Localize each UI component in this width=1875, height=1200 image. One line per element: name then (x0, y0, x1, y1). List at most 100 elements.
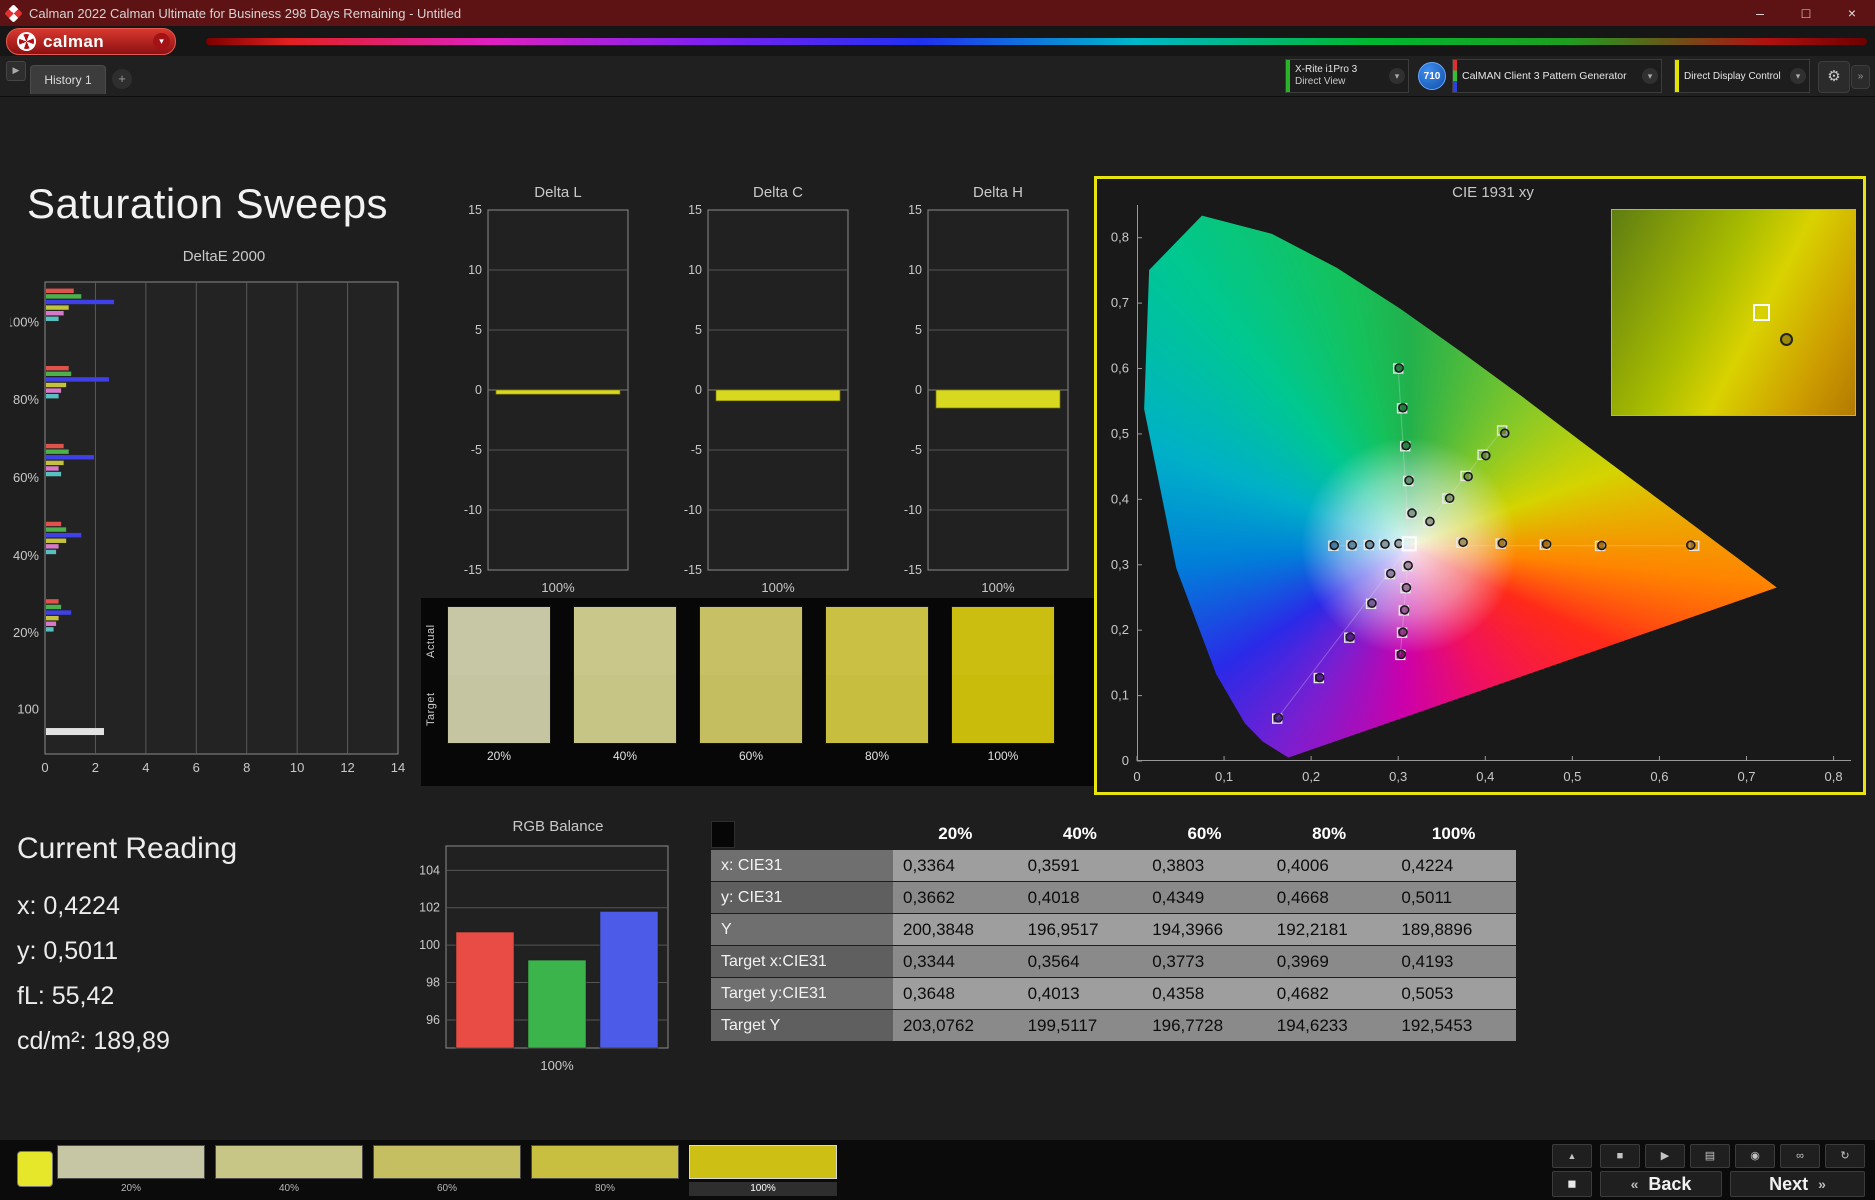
saturation-swatch (447, 606, 551, 744)
delta-c-chart: Delta C 15 10 5 0 -5 -10 -15 100% (668, 184, 858, 601)
gear-icon[interactable]: ⚙ (1818, 61, 1850, 93)
window-titlebar: Calman 2022 Calman Ultimate for Business… (0, 0, 1875, 26)
swatch-percent-label: 60% (738, 749, 764, 763)
cie-measured-marker-blue (1273, 713, 1284, 723)
cie-measured-marker-yellow (1444, 493, 1455, 503)
pattern-swatch-100[interactable] (689, 1145, 837, 1179)
saturation-swatch (573, 606, 677, 744)
actual-target-swatch-panel: Actual Target 20% 40% 60% 80% 100% (421, 598, 1152, 786)
delta-bar (935, 389, 1061, 409)
current-reading-line: x: 0,4224 (17, 892, 120, 920)
cie-measured-marker-yellow (1463, 471, 1473, 482)
collapse-panel-button[interactable]: » (1851, 65, 1870, 89)
pattern-swatch-80[interactable] (531, 1145, 679, 1179)
table-cell: 196,7728 (1142, 1010, 1267, 1041)
cie-measured-marker-green (1404, 475, 1414, 486)
rgb-bar-blue (599, 911, 659, 1049)
loop-icon[interactable]: ∞ (1780, 1144, 1820, 1168)
tab-scroll-button[interactable]: ▶ (6, 61, 26, 81)
calman-logo-icon (14, 29, 39, 54)
cie-measured-marker-magenta (1399, 605, 1410, 615)
stop-icon[interactable]: ■ (1600, 1144, 1640, 1168)
table-cell: 0,4668 (1266, 882, 1392, 913)
svg-text:96: 96 (426, 1013, 440, 1027)
table-cell: 0,3591 (1017, 850, 1143, 881)
deltae-bar-green-sweep (46, 527, 67, 532)
cie-measured-marker-yellow (1425, 516, 1435, 527)
cie-measured-marker-yellow (1499, 428, 1510, 439)
svg-text:0,1: 0,1 (1215, 769, 1233, 784)
maximize-button[interactable]: □ (1783, 0, 1829, 26)
display-control-selector[interactable]: Direct Display Control ▾ (1674, 59, 1810, 93)
table-cell: 0,4018 (1017, 882, 1143, 913)
refresh-icon[interactable]: ↻ (1825, 1144, 1865, 1168)
rgb-balance-plot: 96 98 100 102 104 100% (419, 845, 669, 1073)
pattern-blank-icon[interactable]: ◼ (1552, 1171, 1592, 1197)
tab-history-1[interactable]: History 1 (30, 65, 106, 94)
target-axis-label: Target (425, 692, 437, 726)
back-button[interactable]: « Back (1600, 1171, 1722, 1197)
delta-l-chart: Delta L 15 10 5 0 -5 -10 -15 100% (448, 184, 638, 601)
cie-measured-marker-blue (1367, 598, 1377, 609)
minimize-button[interactable]: – (1737, 0, 1783, 26)
pattern-source-selector[interactable]: CalMAN Client 3 Pattern Generator ▾ (1452, 59, 1662, 93)
pattern-swatch-60[interactable] (373, 1145, 521, 1179)
pattern-swatch-20[interactable] (57, 1145, 205, 1179)
calman-menu-button[interactable]: calman ▾ (6, 28, 176, 55)
table-row-label: Y (711, 914, 893, 945)
table-row-label: Target x:CIE31 (711, 946, 893, 977)
current-reading-line: cd/m²: 189,89 (17, 1027, 170, 1055)
svg-text:0,4: 0,4 (1111, 491, 1129, 506)
cie-measured-marker-cyan (1380, 539, 1390, 549)
meter-selector[interactable]: X-Rite i1Pro 3 Direct View ▾ (1285, 59, 1409, 93)
add-tab-button[interactable]: + (112, 69, 132, 89)
table-row-label: x: CIE31 (711, 850, 893, 881)
cie-1931-panel[interactable]: CIE 1931 xy 0 0 0,1 0,1 0,2 0,2 0,3 0,3 0,4 0,4 0,… (1094, 176, 1866, 795)
meter-status-badge[interactable]: 710 (1418, 62, 1446, 90)
bottom-pattern-bar: 20% 40% 60% 80% 100% ▲ ◼ ■ ▶ ▤ ◉ ∞ ↻ « Back Next … (0, 1140, 1875, 1200)
table-cell: 0,5011 (1391, 882, 1516, 913)
svg-text:0,2: 0,2 (1302, 769, 1320, 784)
next-button[interactable]: Next » (1730, 1171, 1865, 1197)
deltae-bar-yellow-sweep (46, 305, 69, 310)
svg-text:4: 4 (142, 760, 149, 775)
deltae-bar-yellow-sweep (46, 460, 64, 466)
svg-text:100%: 100% (541, 580, 575, 595)
saturation-swatch-column: 40% (573, 606, 677, 764)
deltae2000-chart: DeltaE 2000 0 2 4 6 8 10 12 14 100% 80% 60% 40% 20% 1… (6, 248, 410, 783)
deltae-bar-yellow-sweep (46, 538, 67, 543)
record-icon[interactable]: ◉ (1735, 1144, 1775, 1168)
swatch-percent-label: 40% (612, 749, 638, 763)
svg-text:2: 2 (92, 760, 99, 775)
pattern-swatch-40[interactable] (215, 1145, 363, 1179)
cie-measured-marker-red (1596, 540, 1607, 551)
deltae-bar-blue-sweep (46, 377, 110, 382)
scroll-up-icon[interactable]: ▲ (1552, 1144, 1592, 1168)
pattern-swatch-label: 100% (689, 1182, 837, 1196)
table-cell: 0,4013 (1017, 978, 1143, 1009)
deltae-bar-white (46, 728, 104, 736)
svg-text:-15: -15 (904, 563, 922, 577)
deltae-bar-red-sweep (46, 599, 59, 604)
saturation-swatch (951, 606, 1055, 744)
inset-measured-marker (1779, 333, 1793, 346)
svg-text:-10: -10 (464, 503, 482, 517)
delta-bar (715, 389, 841, 402)
table-row: Y 200,3848 196,9517 194,3966 192,2181 189,889… (711, 914, 1516, 945)
cie-measured-marker-magenta (1396, 649, 1406, 660)
save-icon[interactable]: ▤ (1690, 1144, 1730, 1168)
rgb-bar-red (455, 931, 515, 1049)
table-row-label: Target Y (711, 1010, 893, 1041)
svg-text:5: 5 (695, 323, 702, 337)
swatch-target-color (574, 675, 676, 743)
pattern-color-chip[interactable] (17, 1151, 53, 1187)
deltae-bar-green-sweep (46, 371, 72, 376)
svg-text:0,7: 0,7 (1111, 295, 1129, 310)
meter-text: X-Rite i1Pro 3 Direct View (1290, 64, 1362, 88)
table-column-header: 40% (1062, 824, 1097, 843)
meter-line1: X-Rite i1Pro 3 (1295, 64, 1358, 75)
table-cell: 199,5117 (1017, 1010, 1143, 1041)
source-label: CalMAN Client 3 Pattern Generator (1462, 70, 1627, 82)
close-button[interactable]: × (1829, 0, 1875, 26)
play-icon[interactable]: ▶ (1645, 1144, 1685, 1168)
